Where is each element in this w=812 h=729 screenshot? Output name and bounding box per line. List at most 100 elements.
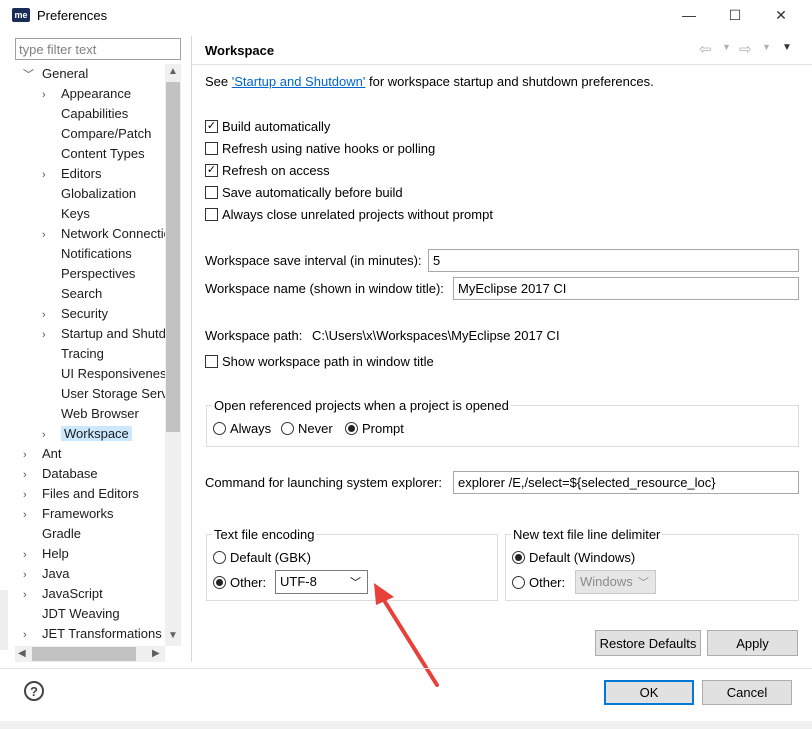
encoding-select[interactable]: UTF-8 ﹀ (275, 570, 368, 594)
open-referenced-radio-always[interactable]: Always (213, 419, 271, 437)
tree-item[interactable]: Tracing (42, 344, 104, 364)
collapsed-chevron-icon[interactable]: › (23, 545, 35, 565)
scroll-up-arrow-icon[interactable]: ▲ (168, 66, 178, 77)
help-icon[interactable]: ? (24, 681, 44, 701)
delimiter-other-radio[interactable]: Other: (512, 573, 565, 591)
collapsed-chevron-icon[interactable]: › (23, 565, 35, 585)
checkbox-box[interactable] (205, 354, 218, 368)
checkmark-icon[interactable]: ✓ (205, 119, 218, 133)
tree-item[interactable]: JDT Weaving (23, 604, 120, 624)
scroll-left-arrow-icon[interactable]: ◀ (18, 648, 26, 659)
tree-item[interactable]: › Ant (23, 444, 62, 464)
tree-item[interactable]: › Java (23, 564, 69, 584)
forward-menu-chevron-icon[interactable]: ▼ (762, 42, 771, 52)
filter-input[interactable] (15, 38, 181, 60)
checkmark-icon[interactable]: ✓ (205, 163, 218, 177)
tree-item[interactable]: Globalization (42, 184, 136, 204)
close-button[interactable]: ✕ (758, 0, 804, 30)
collapsed-chevron-icon[interactable]: › (42, 425, 54, 445)
tree-item[interactable]: › Appearance (42, 84, 131, 104)
open-referenced-radio-never[interactable]: Never (281, 419, 333, 437)
workspace-option-checkbox[interactable]: Always close unrelated projects without … (205, 205, 493, 223)
collapsed-chevron-icon[interactable]: › (42, 305, 54, 325)
collapsed-chevron-icon[interactable]: › (23, 465, 35, 485)
workspace-option-checkbox[interactable]: ✓ Refresh on access (205, 161, 330, 179)
tree-item[interactable]: › Startup and Shutdown (42, 324, 165, 344)
collapsed-chevron-icon[interactable]: › (23, 585, 35, 605)
apply-button[interactable]: Apply (707, 630, 798, 656)
tree-item[interactable]: › JET Transformations (23, 624, 162, 644)
collapsed-chevron-icon[interactable]: › (23, 625, 35, 645)
delimiter-default-radio[interactable]: Default (Windows) (512, 548, 635, 566)
tree-horizontal-scroll-thumb[interactable] (32, 647, 136, 661)
radio-circle[interactable] (281, 421, 294, 435)
tree-item-label: Capabilities (61, 106, 129, 121)
collapsed-chevron-icon[interactable]: › (42, 165, 54, 185)
tree-item[interactable]: Gradle (23, 524, 81, 544)
workspace-option-checkbox[interactable]: ✓ Build automatically (205, 117, 330, 135)
workspace-name-input[interactable]: MyEclipse 2017 CI (453, 277, 799, 300)
collapsed-chevron-icon[interactable]: › (42, 225, 54, 245)
tree-item[interactable]: Notifications (42, 244, 132, 264)
workspace-option-checkbox[interactable]: Save automatically before build (205, 183, 403, 201)
tree-item[interactable]: › Frameworks (23, 504, 114, 524)
tree-item[interactable]: ﹀ General (23, 64, 88, 84)
tree-item[interactable]: Web Browser (42, 404, 139, 424)
radio-circle[interactable] (512, 550, 525, 564)
tree-item[interactable]: User Storage Service (42, 384, 165, 404)
tree-item[interactable]: › JavaScript (23, 584, 103, 604)
encoding-default-radio[interactable]: Default (GBK) (213, 548, 311, 566)
maximize-button[interactable]: ☐ (712, 0, 758, 30)
tree-item[interactable]: Content Types (42, 144, 145, 164)
checkbox-label: Save automatically before build (222, 184, 403, 200)
checkbox-box[interactable] (205, 207, 218, 221)
radio-circle[interactable] (345, 421, 358, 435)
tree-item[interactable]: › Workspace (42, 424, 132, 444)
radio-circle[interactable] (512, 575, 525, 589)
tree-item[interactable]: › Network Connections (42, 224, 165, 244)
scroll-right-arrow-icon[interactable]: ▶ (152, 648, 160, 659)
collapsed-chevron-icon[interactable]: › (42, 325, 54, 345)
collapsed-chevron-icon[interactable]: › (23, 485, 35, 505)
ok-button[interactable]: OK (604, 680, 694, 705)
scroll-down-arrow-icon[interactable]: ▼ (168, 630, 178, 641)
command-input[interactable]: explorer /E,/select=${selected_resource_… (453, 471, 799, 494)
tree-item[interactable]: Capabilities (42, 104, 128, 124)
collapsed-chevron-icon[interactable]: › (23, 445, 35, 465)
tree-item[interactable]: › Database (23, 464, 98, 484)
collapsed-chevron-icon[interactable]: › (23, 505, 35, 525)
tree-item[interactable]: Perspectives (42, 264, 135, 284)
tree-item[interactable]: UI Responsiveness Monitoring (42, 364, 165, 384)
encoding-other-radio[interactable]: Other: (213, 573, 266, 591)
checkbox-box[interactable] (205, 141, 218, 155)
collapsed-chevron-icon[interactable]: › (42, 85, 54, 105)
workspace-option-checkbox[interactable]: Refresh using native hooks or polling (205, 139, 435, 157)
startup-shutdown-link[interactable]: 'Startup and Shutdown' (232, 74, 366, 89)
open-referenced-radio-prompt[interactable]: Prompt (345, 419, 404, 437)
show-path-checkbox[interactable]: Show workspace path in window title (205, 352, 434, 370)
expanded-chevron-icon[interactable]: ﹀ (23, 65, 35, 85)
back-arrow-icon[interactable]: ⇦ (699, 40, 712, 58)
minimize-button[interactable]: — (666, 0, 712, 30)
forward-arrow-icon[interactable]: ⇨ (739, 40, 752, 58)
sash-divider[interactable] (191, 36, 192, 662)
tree-item-label: Java (42, 566, 70, 581)
back-menu-chevron-icon[interactable]: ▼ (722, 42, 731, 52)
tree-item[interactable]: › Help (23, 544, 69, 564)
radio-circle[interactable] (213, 575, 226, 589)
tree-item[interactable]: › Files and Editors (23, 484, 139, 504)
tree-item[interactable]: Compare/Patch (42, 124, 151, 144)
tree-item[interactable]: Search (42, 284, 102, 304)
tree-vertical-scroll-thumb[interactable] (166, 82, 180, 432)
tree-item[interactable]: Keys (42, 204, 90, 224)
radio-circle[interactable] (213, 550, 226, 564)
radio-circle[interactable] (213, 421, 226, 435)
restore-defaults-button[interactable]: Restore Defaults (595, 630, 701, 656)
view-menu-icon[interactable]: ▼ (782, 42, 792, 53)
tree-item-label: Content Types (61, 146, 145, 161)
tree-item[interactable]: › Security (42, 304, 108, 324)
save-interval-input[interactable]: 5 (428, 249, 799, 272)
checkbox-box[interactable] (205, 185, 218, 199)
tree-item[interactable]: › Editors (42, 164, 101, 184)
cancel-button[interactable]: Cancel (702, 680, 792, 705)
